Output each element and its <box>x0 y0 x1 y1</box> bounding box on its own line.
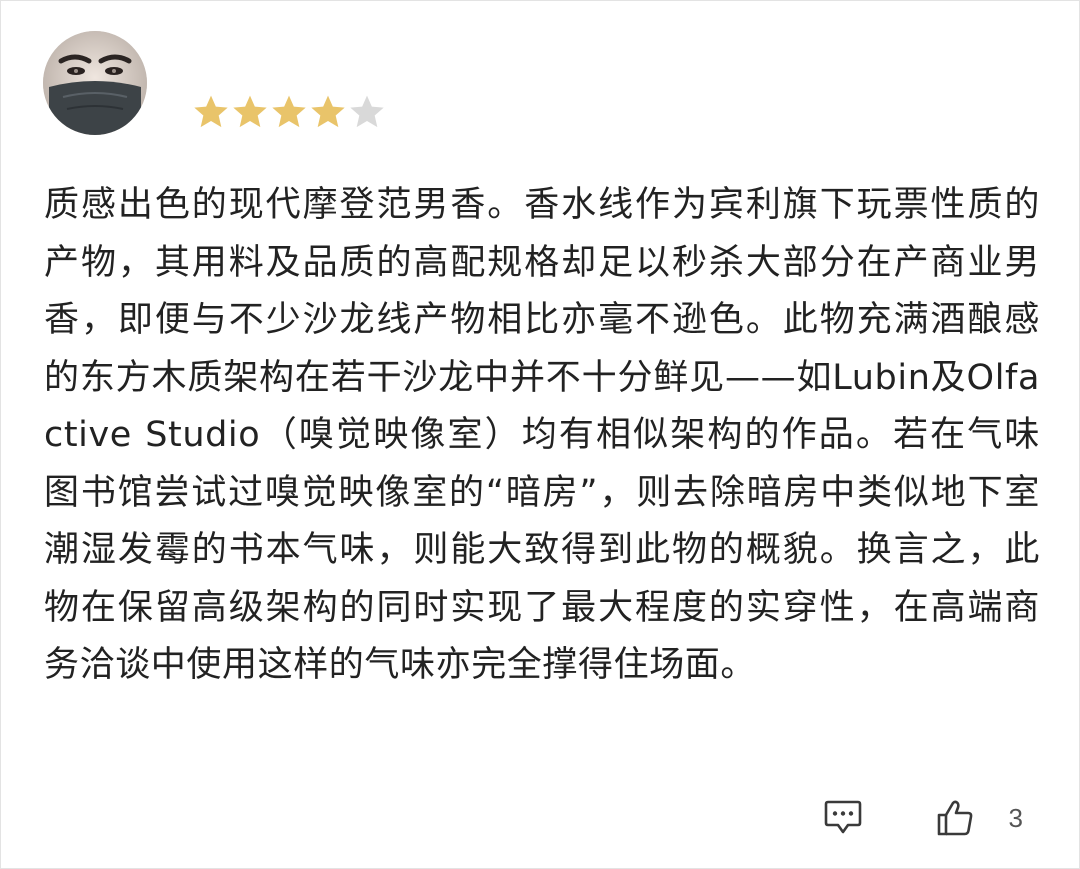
star-filled-icon <box>311 95 345 128</box>
like-count: 3 <box>1008 802 1023 833</box>
comment-button[interactable] <box>823 799 863 837</box>
review-card: 质感出色的现代摩登范男香。香水线作为宾利旗下玩票性质的产物，其用料及品质的高配规… <box>0 0 1080 869</box>
comment-icon <box>824 800 861 834</box>
user-avatar[interactable] <box>43 31 147 135</box>
star-rating <box>191 90 386 134</box>
review-actions: 3 <box>823 793 1023 843</box>
star-filled-icon <box>233 95 267 128</box>
review-text: 质感出色的现代摩登范男香。香水线作为宾利旗下玩票性质的产物，其用料及品质的高配规… <box>44 185 1040 685</box>
star-filled-icon <box>194 95 228 128</box>
like-button[interactable]: 3 <box>935 799 1023 837</box>
star-filled-icon <box>272 95 306 128</box>
thumbs-up-icon <box>937 800 972 836</box>
masked-face-avatar-icon <box>43 31 147 135</box>
star-empty-icon <box>350 95 384 128</box>
